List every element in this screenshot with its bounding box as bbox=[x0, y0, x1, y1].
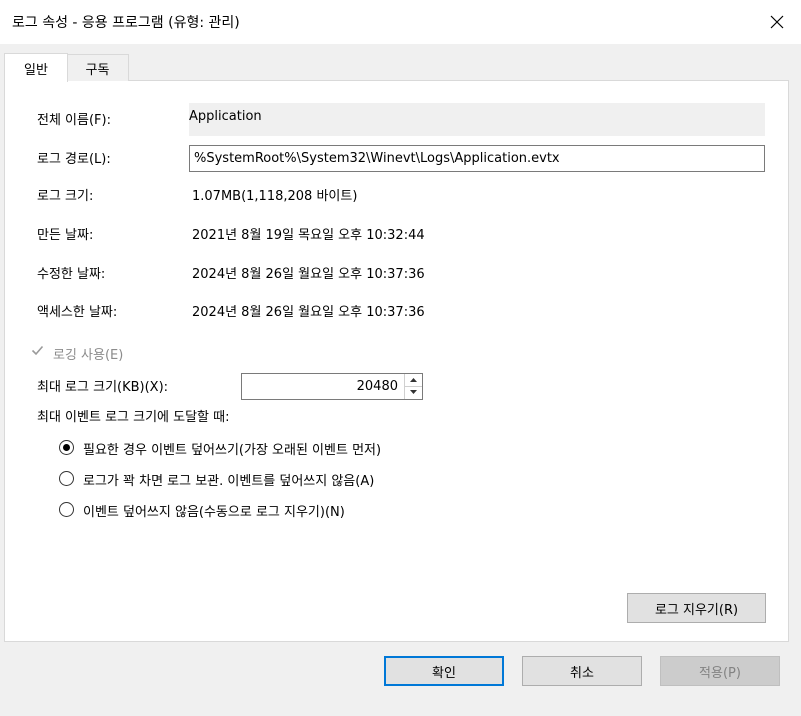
window-title: 로그 속성 - 응용 프로그램 (유형: 관리) bbox=[12, 15, 240, 31]
ok-label: 확인 bbox=[432, 665, 456, 681]
spin-down-button[interactable] bbox=[405, 386, 422, 398]
option-overwrite-as-needed-label: 필요한 경우 이벤트 덮어쓰기(가장 오래된 이벤트 먼저) bbox=[83, 443, 382, 458]
full-name-value: Application bbox=[189, 109, 262, 124]
tab-general[interactable]: 일반 bbox=[4, 53, 68, 82]
arrow-up-icon bbox=[410, 378, 417, 382]
modified-label: 수정한 날짜: bbox=[37, 267, 106, 282]
radio-archive-when-full[interactable] bbox=[59, 471, 74, 486]
log-path-label: 로그 경로(L): bbox=[37, 152, 111, 167]
cancel-label: 취소 bbox=[570, 665, 594, 681]
full-name-field[interactable]: Application bbox=[189, 103, 765, 136]
option-archive-when-full-label: 로그가 꽉 차면 로그 보관. 이벤트를 덮어쓰지 않음(A) bbox=[83, 474, 375, 489]
accessed-label: 액세스한 날짜: bbox=[37, 305, 118, 320]
apply-button[interactable]: 적용(P) bbox=[660, 656, 780, 686]
log-path-value: %SystemRoot%\System32\Winevt\Logs\Applic… bbox=[194, 151, 560, 166]
created-value: 2021년 8월 19일 목요일 오후 10:32:44 bbox=[192, 228, 425, 243]
tab-subscriptions-label: 구독 bbox=[85, 62, 110, 78]
radio-do-not-overwrite[interactable] bbox=[59, 502, 74, 517]
apply-label: 적용(P) bbox=[699, 665, 741, 681]
max-size-spinbox[interactable]: 20480 bbox=[241, 373, 423, 400]
close-icon bbox=[770, 15, 784, 29]
spin-buttons bbox=[404, 374, 422, 399]
cancel-button[interactable]: 취소 bbox=[522, 656, 642, 686]
radio-selected-dot bbox=[63, 444, 70, 451]
log-size-label: 로그 크기: bbox=[37, 189, 94, 204]
option-do-not-overwrite-label: 이벤트 덮어쓰지 않음(수동으로 로그 지우기)(N) bbox=[83, 505, 345, 520]
arrow-down-icon bbox=[410, 390, 417, 394]
clear-log-label: 로그 지우기(R) bbox=[654, 602, 739, 618]
radio-overwrite-as-needed[interactable] bbox=[59, 440, 74, 455]
enable-logging-checkbox[interactable] bbox=[31, 344, 44, 357]
tab-subscriptions[interactable]: 구독 bbox=[66, 54, 129, 81]
enable-logging-label: 로깅 사용(E) bbox=[53, 348, 124, 363]
close-button[interactable] bbox=[758, 4, 796, 40]
checkmark-icon bbox=[31, 345, 44, 356]
accessed-value: 2024년 8월 26일 월요일 오후 10:37:36 bbox=[192, 305, 425, 320]
full-name-label: 전체 이름(F): bbox=[37, 113, 111, 128]
max-size-label: 최대 로그 크기(KB)(X): bbox=[37, 380, 169, 395]
created-label: 만든 날짜: bbox=[37, 228, 94, 243]
when-max-label: 최대 이벤트 로그 크기에 도달할 때: bbox=[37, 410, 230, 425]
ok-button[interactable]: 확인 bbox=[384, 656, 504, 686]
clear-log-button[interactable]: 로그 지우기(R) bbox=[627, 593, 766, 623]
log-path-field[interactable]: %SystemRoot%\System32\Winevt\Logs\Applic… bbox=[189, 145, 765, 172]
modified-value: 2024년 8월 26일 월요일 오후 10:37:36 bbox=[192, 267, 425, 282]
max-size-value: 20480 bbox=[356, 379, 398, 394]
tab-general-label: 일반 bbox=[24, 62, 48, 78]
log-size-value: 1.07MB(1,118,208 바이트) bbox=[192, 189, 358, 204]
